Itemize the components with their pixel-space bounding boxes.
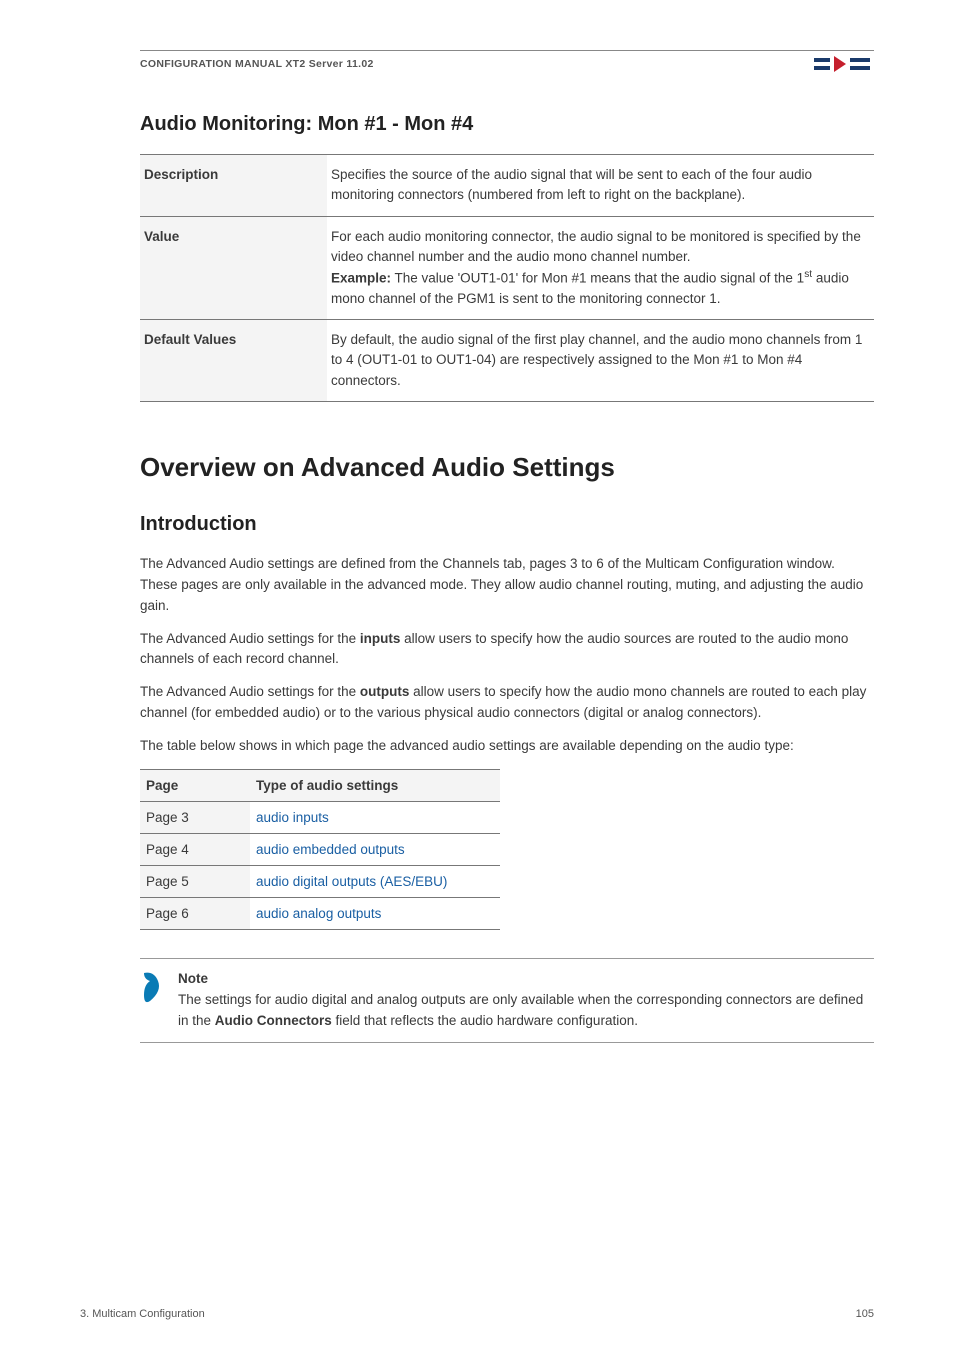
evs-logo xyxy=(814,55,874,73)
pages-table-page: Page 6 xyxy=(140,898,250,930)
header-title: CONFIGURATION MANUAL XT2 Server 11.02 xyxy=(140,58,374,70)
intro-p2: The Advanced Audio settings for the inpu… xyxy=(140,629,874,671)
table-row: DescriptionSpecifies the source of the a… xyxy=(140,155,874,217)
note-block: Note The settings for audio digital and … xyxy=(140,958,874,1043)
pages-table-page: Page 3 xyxy=(140,802,250,834)
pages-table-link[interactable]: audio inputs xyxy=(256,810,329,825)
pages-table-page: Page 5 xyxy=(140,866,250,898)
pages-table-type: audio digital outputs (AES/EBU) xyxy=(250,866,500,898)
pages-table-type: audio embedded outputs xyxy=(250,834,500,866)
heading-introduction: Introduction xyxy=(140,513,874,536)
table-row: Page 6 audio analog outputs xyxy=(140,898,500,930)
heading-overview: Overview on Advanced Audio Settings xyxy=(140,452,874,483)
heading-audio-monitoring: Audio Monitoring: Mon #1 - Mon #4 xyxy=(140,113,874,136)
note-icon xyxy=(140,971,164,1010)
table-row: Page 3 audio inputs xyxy=(140,802,500,834)
spec-label: Description xyxy=(140,155,327,217)
pages-table-type: audio analog outputs xyxy=(250,898,500,930)
table-row: Page 5 audio digital outputs (AES/EBU) xyxy=(140,866,500,898)
pages-table-page: Page 4 xyxy=(140,834,250,866)
spec-value: For each audio monitoring connector, the… xyxy=(327,216,874,320)
table-row: ValueFor each audio monitoring connector… xyxy=(140,216,874,320)
note-title: Note xyxy=(178,969,874,990)
intro-p4: The table below shows in which page the … xyxy=(140,736,874,757)
spec-value: Specifies the source of the audio signal… xyxy=(327,155,874,217)
pages-table-link[interactable]: audio embedded outputs xyxy=(256,842,405,857)
pages-table-link[interactable]: audio digital outputs (AES/EBU) xyxy=(256,874,447,889)
page-footer: 3. Multicam Configuration 105 xyxy=(80,1308,874,1320)
spec-value: By default, the audio signal of the firs… xyxy=(327,320,874,402)
table-row: Page 4 audio embedded outputs xyxy=(140,834,500,866)
spec-label: Default Values xyxy=(140,320,327,402)
pages-table: Page Type of audio settings Page 3 audio … xyxy=(140,769,500,930)
pages-table-header-page: Page xyxy=(140,770,250,802)
footer-page-number: 105 xyxy=(856,1308,874,1320)
page-header: CONFIGURATION MANUAL XT2 Server 11.02 xyxy=(140,55,874,73)
footer-left: 3. Multicam Configuration xyxy=(80,1308,205,1320)
note-body: The settings for audio digital and analo… xyxy=(178,992,863,1028)
spec-table: DescriptionSpecifies the source of the a… xyxy=(140,154,874,402)
spec-label: Value xyxy=(140,216,327,320)
pages-table-link[interactable]: audio analog outputs xyxy=(256,906,381,921)
pages-table-type: audio inputs xyxy=(250,802,500,834)
pages-table-header-type: Type of audio settings xyxy=(250,770,500,802)
intro-p1: The Advanced Audio settings are defined … xyxy=(140,554,874,617)
table-row: Default ValuesBy default, the audio sign… xyxy=(140,320,874,402)
intro-p3: The Advanced Audio settings for the outp… xyxy=(140,682,874,724)
